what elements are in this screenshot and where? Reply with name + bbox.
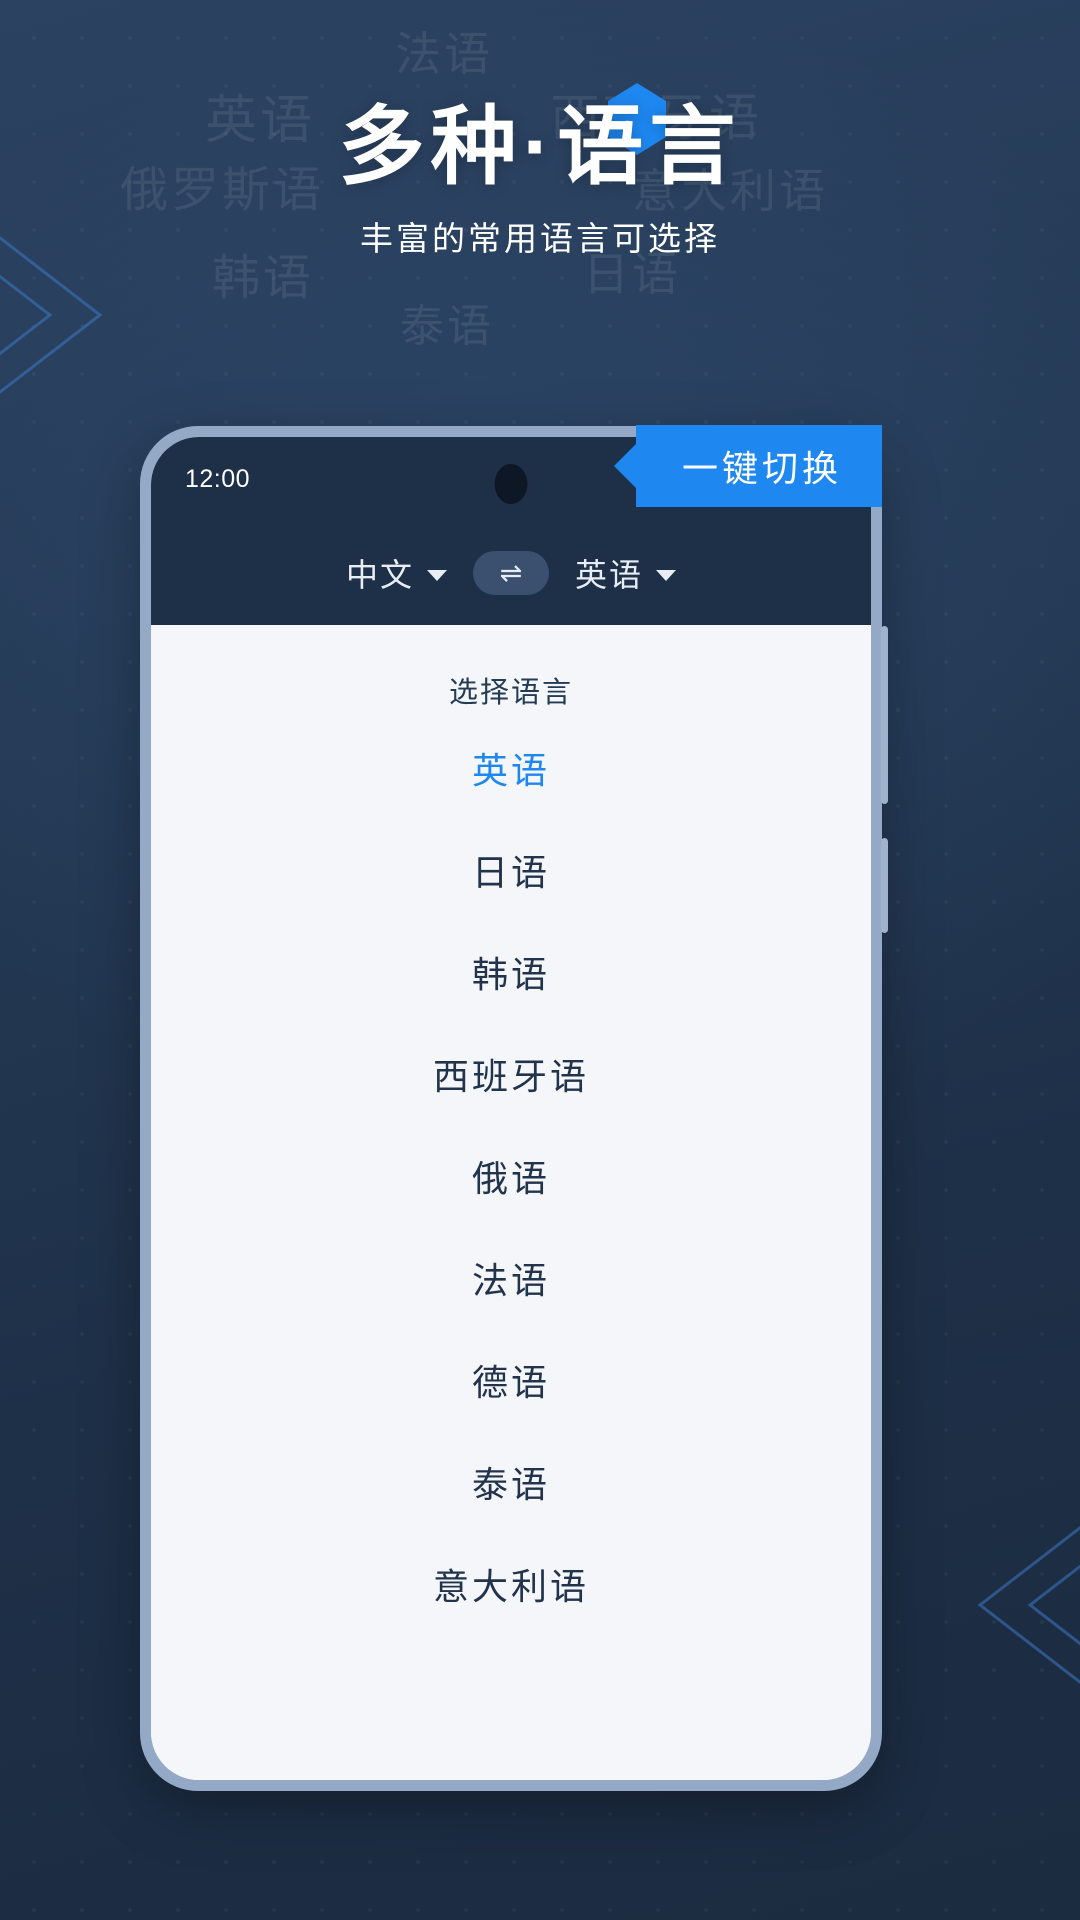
source-language-label: 中文 <box>345 557 414 593</box>
language-list-item[interactable]: 韩语 <box>151 921 871 1023</box>
watermark-word: 泰语 <box>400 302 494 351</box>
language-list-item[interactable]: 意大利语 <box>151 1533 871 1635</box>
language-list-item[interactable]: 法语 <box>151 1227 871 1329</box>
language-list-item[interactable]: 德语 <box>151 1329 871 1431</box>
page-title: 多种·语言 <box>338 99 742 195</box>
feature-callout: 一键切换 <box>636 425 883 507</box>
swap-languages-button[interactable]: ⇌ <box>473 551 549 595</box>
watermark-word: 日语 <box>583 248 681 300</box>
language-list: 选择语言 英语 日语 韩语 西班牙语 俄语 法语 德语 泰语 意大利语 <box>151 625 871 1780</box>
chevron-down-icon <box>427 569 447 581</box>
camera-punchhole <box>494 464 528 504</box>
language-list-header: 选择语言 <box>448 677 573 709</box>
language-switch-bar: 中文 ⇌ 英语 <box>151 521 871 625</box>
hero-title-wrap: 多种·语言 <box>0 104 1080 190</box>
watermark-word: 英语 <box>205 92 316 150</box>
hexagon-decoration <box>608 83 666 155</box>
language-list-item[interactable]: 西班牙语 <box>151 1023 871 1125</box>
volume-button[interactable] <box>881 626 888 804</box>
phone-mockup: 12:00 中文 ⇌ 英语 选择语言 英语 日语 韩语 西班牙语 俄语 法语 德… <box>140 426 888 1791</box>
language-list-item[interactable]: 泰语 <box>151 1431 871 1533</box>
target-language-dropdown[interactable]: 英语 <box>575 550 677 596</box>
target-language-label: 英语 <box>575 557 644 593</box>
phone-screen: 12:00 中文 ⇌ 英语 选择语言 英语 日语 韩语 西班牙语 俄语 法语 德… <box>151 437 871 1780</box>
language-list-item[interactable]: 俄语 <box>151 1125 871 1227</box>
watermark-word: 意大利语 <box>632 165 828 217</box>
swap-arrows-icon: ⇌ <box>499 557 523 588</box>
watermark-word: 法语 <box>395 28 493 80</box>
feature-callout-label: 一键切换 <box>682 448 843 489</box>
status-clock: 12:00 <box>185 464 251 493</box>
promo-page: 法语 英语 西班牙语 俄罗斯语 意大利语 韩语 日语 泰语 多种·语言 丰富的常… <box>0 0 1080 1920</box>
page-subtitle: 丰富的常用语言可选择 <box>360 220 720 257</box>
watermark-word: 韩语 <box>212 252 315 305</box>
language-list-item[interactable]: 日语 <box>151 819 871 921</box>
watermark-word: 俄罗斯语 <box>120 164 325 217</box>
chevron-down-icon <box>656 569 677 581</box>
power-button[interactable] <box>881 838 888 933</box>
source-language-dropdown[interactable]: 中文 <box>346 550 447 596</box>
language-list-item[interactable]: 英语 <box>151 717 871 819</box>
